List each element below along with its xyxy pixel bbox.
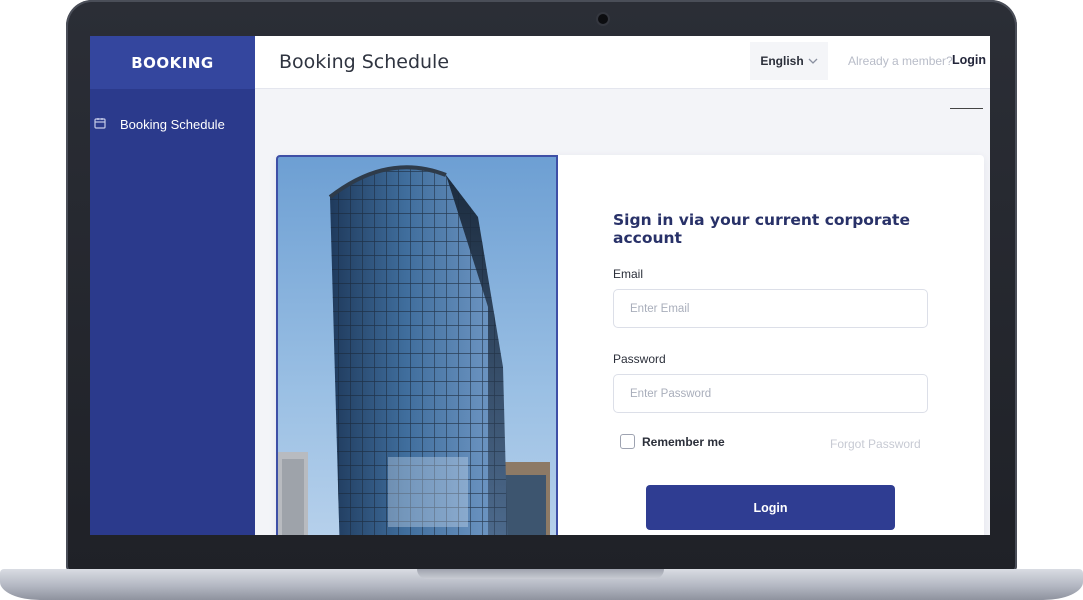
building-photo [276,155,558,535]
language-label: English [760,54,804,68]
app-screen: BOOKING Booking Schedule Booking Schedul… [90,36,990,535]
brand-logo: BOOKING [90,36,255,89]
language-dropdown[interactable]: English [750,42,828,80]
sidebar: BOOKING Booking Schedule [90,36,255,535]
email-label: Email [613,267,644,281]
page-title: Booking Schedule [279,51,450,73]
divider-line [950,108,983,109]
remember-me-toggle[interactable]: Remember me [620,434,725,449]
login-card: Sign in via your current corporate accou… [276,155,984,535]
remember-me-label: Remember me [642,434,725,449]
laptop-notch [417,569,664,579]
member-prompt: Already a member? [848,54,953,68]
login-button[interactable]: Login [646,485,895,530]
email-field[interactable] [613,289,928,328]
form-title: Sign in via your current corporate accou… [613,211,910,247]
webcam [598,14,608,24]
header-login-link[interactable]: Login [952,53,986,67]
forgot-password-link[interactable]: Forgot Password [830,437,921,451]
password-field[interactable] [613,374,928,413]
sidebar-item-label: Booking Schedule [120,117,225,132]
top-bar: Booking Schedule English Already a membe… [255,36,990,89]
password-label: Password [613,352,666,366]
remember-me-checkbox[interactable] [620,434,635,449]
chevron-down-icon [808,54,818,68]
calendar-icon [94,117,106,132]
sidebar-item-booking-schedule[interactable]: Booking Schedule [90,117,255,132]
